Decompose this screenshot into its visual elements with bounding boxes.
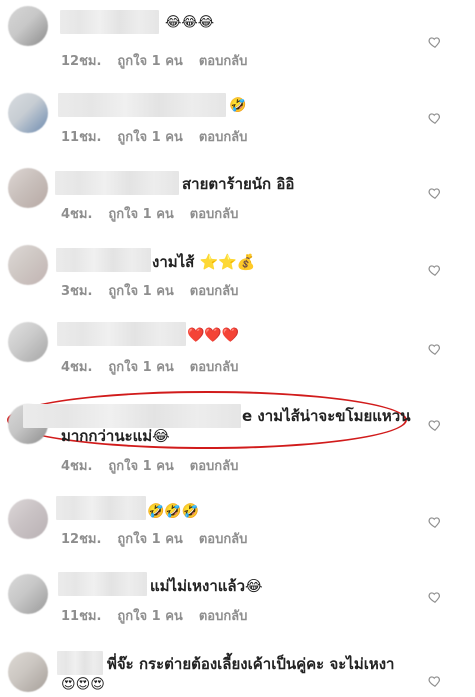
like-count[interactable]: ถูกใจ 1 คน xyxy=(117,605,182,626)
like-count[interactable]: ถูกใจ 1 คน xyxy=(117,50,182,71)
comment-text: งามไส้ ⭐⭐💰 xyxy=(152,253,256,271)
comment-meta: 4ชม. ถูกใจ 1 คน ตอบกลับ xyxy=(61,455,238,476)
comment-time: 11ชม. xyxy=(61,130,102,145)
like-count[interactable]: ถูกใจ 1 คน xyxy=(108,280,173,301)
reply-button[interactable]: ตอบกลับ xyxy=(199,528,248,549)
like-count[interactable]: ถูกใจ 1 คน xyxy=(108,203,173,224)
comment-item: ❤️❤️❤️ 4ชม. ถูกใจ 1 คน ตอบกลับ xyxy=(0,314,475,390)
reply-button[interactable]: ตอบกลับ xyxy=(190,203,239,224)
comment-meta: 11ชม. ถูกใจ 1 คน ตอบกลับ xyxy=(61,126,247,147)
blurred-username[interactable] xyxy=(55,171,179,195)
comment-meta: 12ชม. ถูกใจ 1 คน ตอบกลับ xyxy=(61,528,247,549)
avatar[interactable] xyxy=(8,322,48,362)
avatar[interactable] xyxy=(8,499,48,539)
blurred-username[interactable] xyxy=(56,248,151,272)
comment-item: งามไส้ ⭐⭐💰 3ชม. ถูกใจ 1 คน ตอบกลับ xyxy=(0,237,475,312)
reply-button[interactable]: ตอบกลับ xyxy=(199,50,248,71)
heart-outline-icon[interactable] xyxy=(428,674,442,688)
comment-item: 😂😂😂 12ชม. ถูกใจ 1 คน ตอบกลับ xyxy=(0,0,475,76)
like-count[interactable]: ถูกใจ 1 คน xyxy=(117,528,182,549)
comment-item: สายตาร้ายนัก อิอิ 4ชม. ถูกใจ 1 คน ตอบกลั… xyxy=(0,158,475,232)
comment-text: e งามไส้น่าจะขโมยแหวน xyxy=(242,407,411,425)
avatar[interactable] xyxy=(8,6,48,46)
comment-text: 🤣🤣🤣 xyxy=(147,503,200,520)
comment-text-continuation: มากกว่านะแม่😂 xyxy=(61,427,170,445)
comment-meta: 12ชม. ถูกใจ 1 คน ตอบกลับ xyxy=(61,50,247,71)
blurred-username[interactable] xyxy=(58,572,147,596)
comment-item: แม่ไม่เหงาแล้ว😂 11ชม. ถูกใจ 1 คน ตอบกลับ xyxy=(0,566,475,641)
avatar[interactable] xyxy=(8,168,48,208)
comment-item: 🤣 11ชม. ถูกใจ 1 คน ตอบกลับ xyxy=(0,84,475,154)
blurred-username[interactable] xyxy=(57,322,186,346)
comment-text: พี่จ๊ะ กระต่ายต้องเลี้ยงเค้าเป็นคู่คะ จะ… xyxy=(107,655,395,673)
blurred-username[interactable] xyxy=(60,10,159,34)
comment-text: 🤣 xyxy=(229,97,247,114)
comment-time: 12ชม. xyxy=(61,54,102,69)
comment-meta: 4ชม. ถูกใจ 1 คน ตอบกลับ xyxy=(61,203,238,224)
comment-time: 4ชม. xyxy=(61,459,93,474)
avatar[interactable] xyxy=(8,574,48,614)
avatar[interactable] xyxy=(8,652,48,692)
heart-outline-icon[interactable] xyxy=(428,263,442,277)
comment-meta: 3ชม. ถูกใจ 1 คน ตอบกลับ xyxy=(61,280,238,301)
comment-text: แม่ไม่เหงาแล้ว😂 xyxy=(150,577,263,595)
heart-outline-icon[interactable] xyxy=(428,111,442,125)
reply-button[interactable]: ตอบกลับ xyxy=(190,280,239,301)
comment-time: 11ชม. xyxy=(61,609,102,624)
comment-text: สายตาร้ายนัก อิอิ xyxy=(182,175,295,193)
blurred-username[interactable] xyxy=(56,496,146,520)
reply-button[interactable]: ตอบกลับ xyxy=(199,605,248,626)
comment-time: 3ชม. xyxy=(61,284,93,299)
comment-item: พี่จ๊ะ กระต่ายต้องเลี้ยงเค้าเป็นคู่คะ จะ… xyxy=(0,647,475,697)
heart-outline-icon[interactable] xyxy=(428,342,442,356)
comment-time: 12ชม. xyxy=(61,532,102,547)
heart-outline-icon[interactable] xyxy=(428,186,442,200)
heart-outline-icon[interactable] xyxy=(428,590,442,604)
comment-time: 4ชม. xyxy=(61,360,93,375)
reply-button[interactable]: ตอบกลับ xyxy=(199,126,248,147)
comment-text: ❤️❤️❤️ xyxy=(187,327,240,344)
heart-outline-icon[interactable] xyxy=(428,515,442,529)
comment-text-continuation: 😍😍😍 xyxy=(61,676,105,693)
comment-text: 😂😂😂 xyxy=(165,14,215,31)
comment-meta: 4ชม. ถูกใจ 1 คน ตอบกลับ xyxy=(61,356,238,377)
comment-item: 🤣🤣🤣 12ชม. ถูกใจ 1 คน ตอบกลับ xyxy=(0,491,475,557)
like-count[interactable]: ถูกใจ 1 คน xyxy=(108,455,173,476)
blurred-username[interactable] xyxy=(57,651,103,675)
comment-meta: 11ชม. ถูกใจ 1 คน ตอบกลับ xyxy=(61,605,247,626)
blurred-username[interactable] xyxy=(58,93,226,117)
comment-thread: 😂😂😂 12ชม. ถูกใจ 1 คน ตอบกลับ 🤣 11ชม. ถูก… xyxy=(0,0,475,697)
heart-outline-icon[interactable] xyxy=(428,418,442,432)
comment-time: 4ชม. xyxy=(61,207,93,222)
heart-outline-icon[interactable] xyxy=(428,35,442,49)
like-count[interactable]: ถูกใจ 1 คน xyxy=(117,126,182,147)
avatar[interactable] xyxy=(8,93,48,133)
reply-button[interactable]: ตอบกลับ xyxy=(190,356,239,377)
avatar[interactable] xyxy=(8,245,48,285)
reply-button[interactable]: ตอบกลับ xyxy=(190,455,239,476)
like-count[interactable]: ถูกใจ 1 คน xyxy=(108,356,173,377)
comment-item: e งามไส้น่าจะขโมยแหวน มากกว่านะแม่😂 4ชม.… xyxy=(0,392,475,480)
